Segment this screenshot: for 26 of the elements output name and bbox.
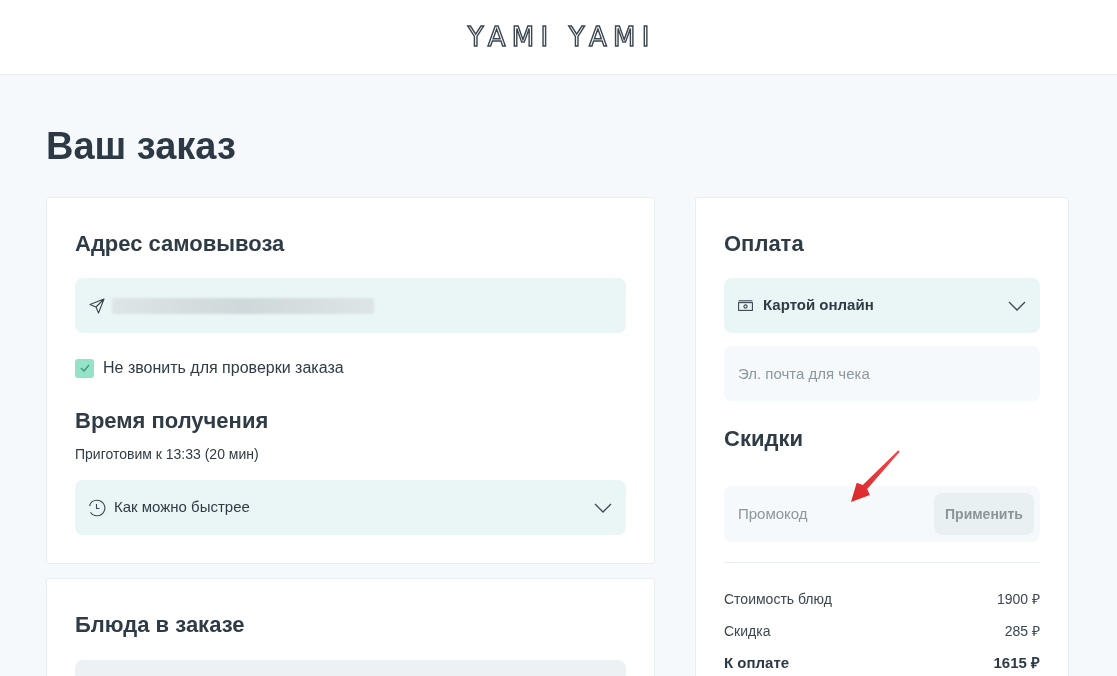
banknote-icon [738, 300, 753, 311]
summary-label: Скидка [724, 621, 771, 641]
section-heading: Время получения [75, 407, 270, 435]
summary-amount: 1900 ₽ [996, 589, 1040, 609]
section-heading: Адрес самовывоза [75, 230, 286, 258]
address-field[interactable] [75, 278, 626, 333]
payment-method-select[interactable]: Картой онлайн [724, 278, 1040, 333]
section-heading: Оплата [724, 230, 805, 258]
checkmark-icon [79, 364, 90, 372]
summary-label: Стоимость блюд [724, 589, 832, 609]
summary-amount: 285 ₽ [1004, 621, 1040, 641]
email-field[interactable]: Эл. почта для чека [724, 346, 1040, 401]
clock-icon [88, 498, 106, 517]
checkbox[interactable] [75, 358, 94, 378]
checkbox-label: Не звонить для проверки заказа [103, 358, 344, 378]
chevron-down-icon [1008, 300, 1026, 311]
annotation-arrow [849, 449, 901, 505]
total-label: К оплате [724, 652, 790, 673]
ready-time-note: Приготовим к 13:33 (20 мин) [75, 445, 260, 464]
time-select[interactable]: Как можно быстрее [75, 480, 626, 535]
section-heading: Блюда в заказе [75, 611, 246, 639]
send-icon [89, 297, 105, 314]
total-amount: 1615 ₽ [993, 652, 1040, 673]
section-heading: Скидки [724, 425, 804, 453]
chevron-down-icon [594, 502, 612, 513]
page-title: Ваш заказ [46, 124, 236, 169]
